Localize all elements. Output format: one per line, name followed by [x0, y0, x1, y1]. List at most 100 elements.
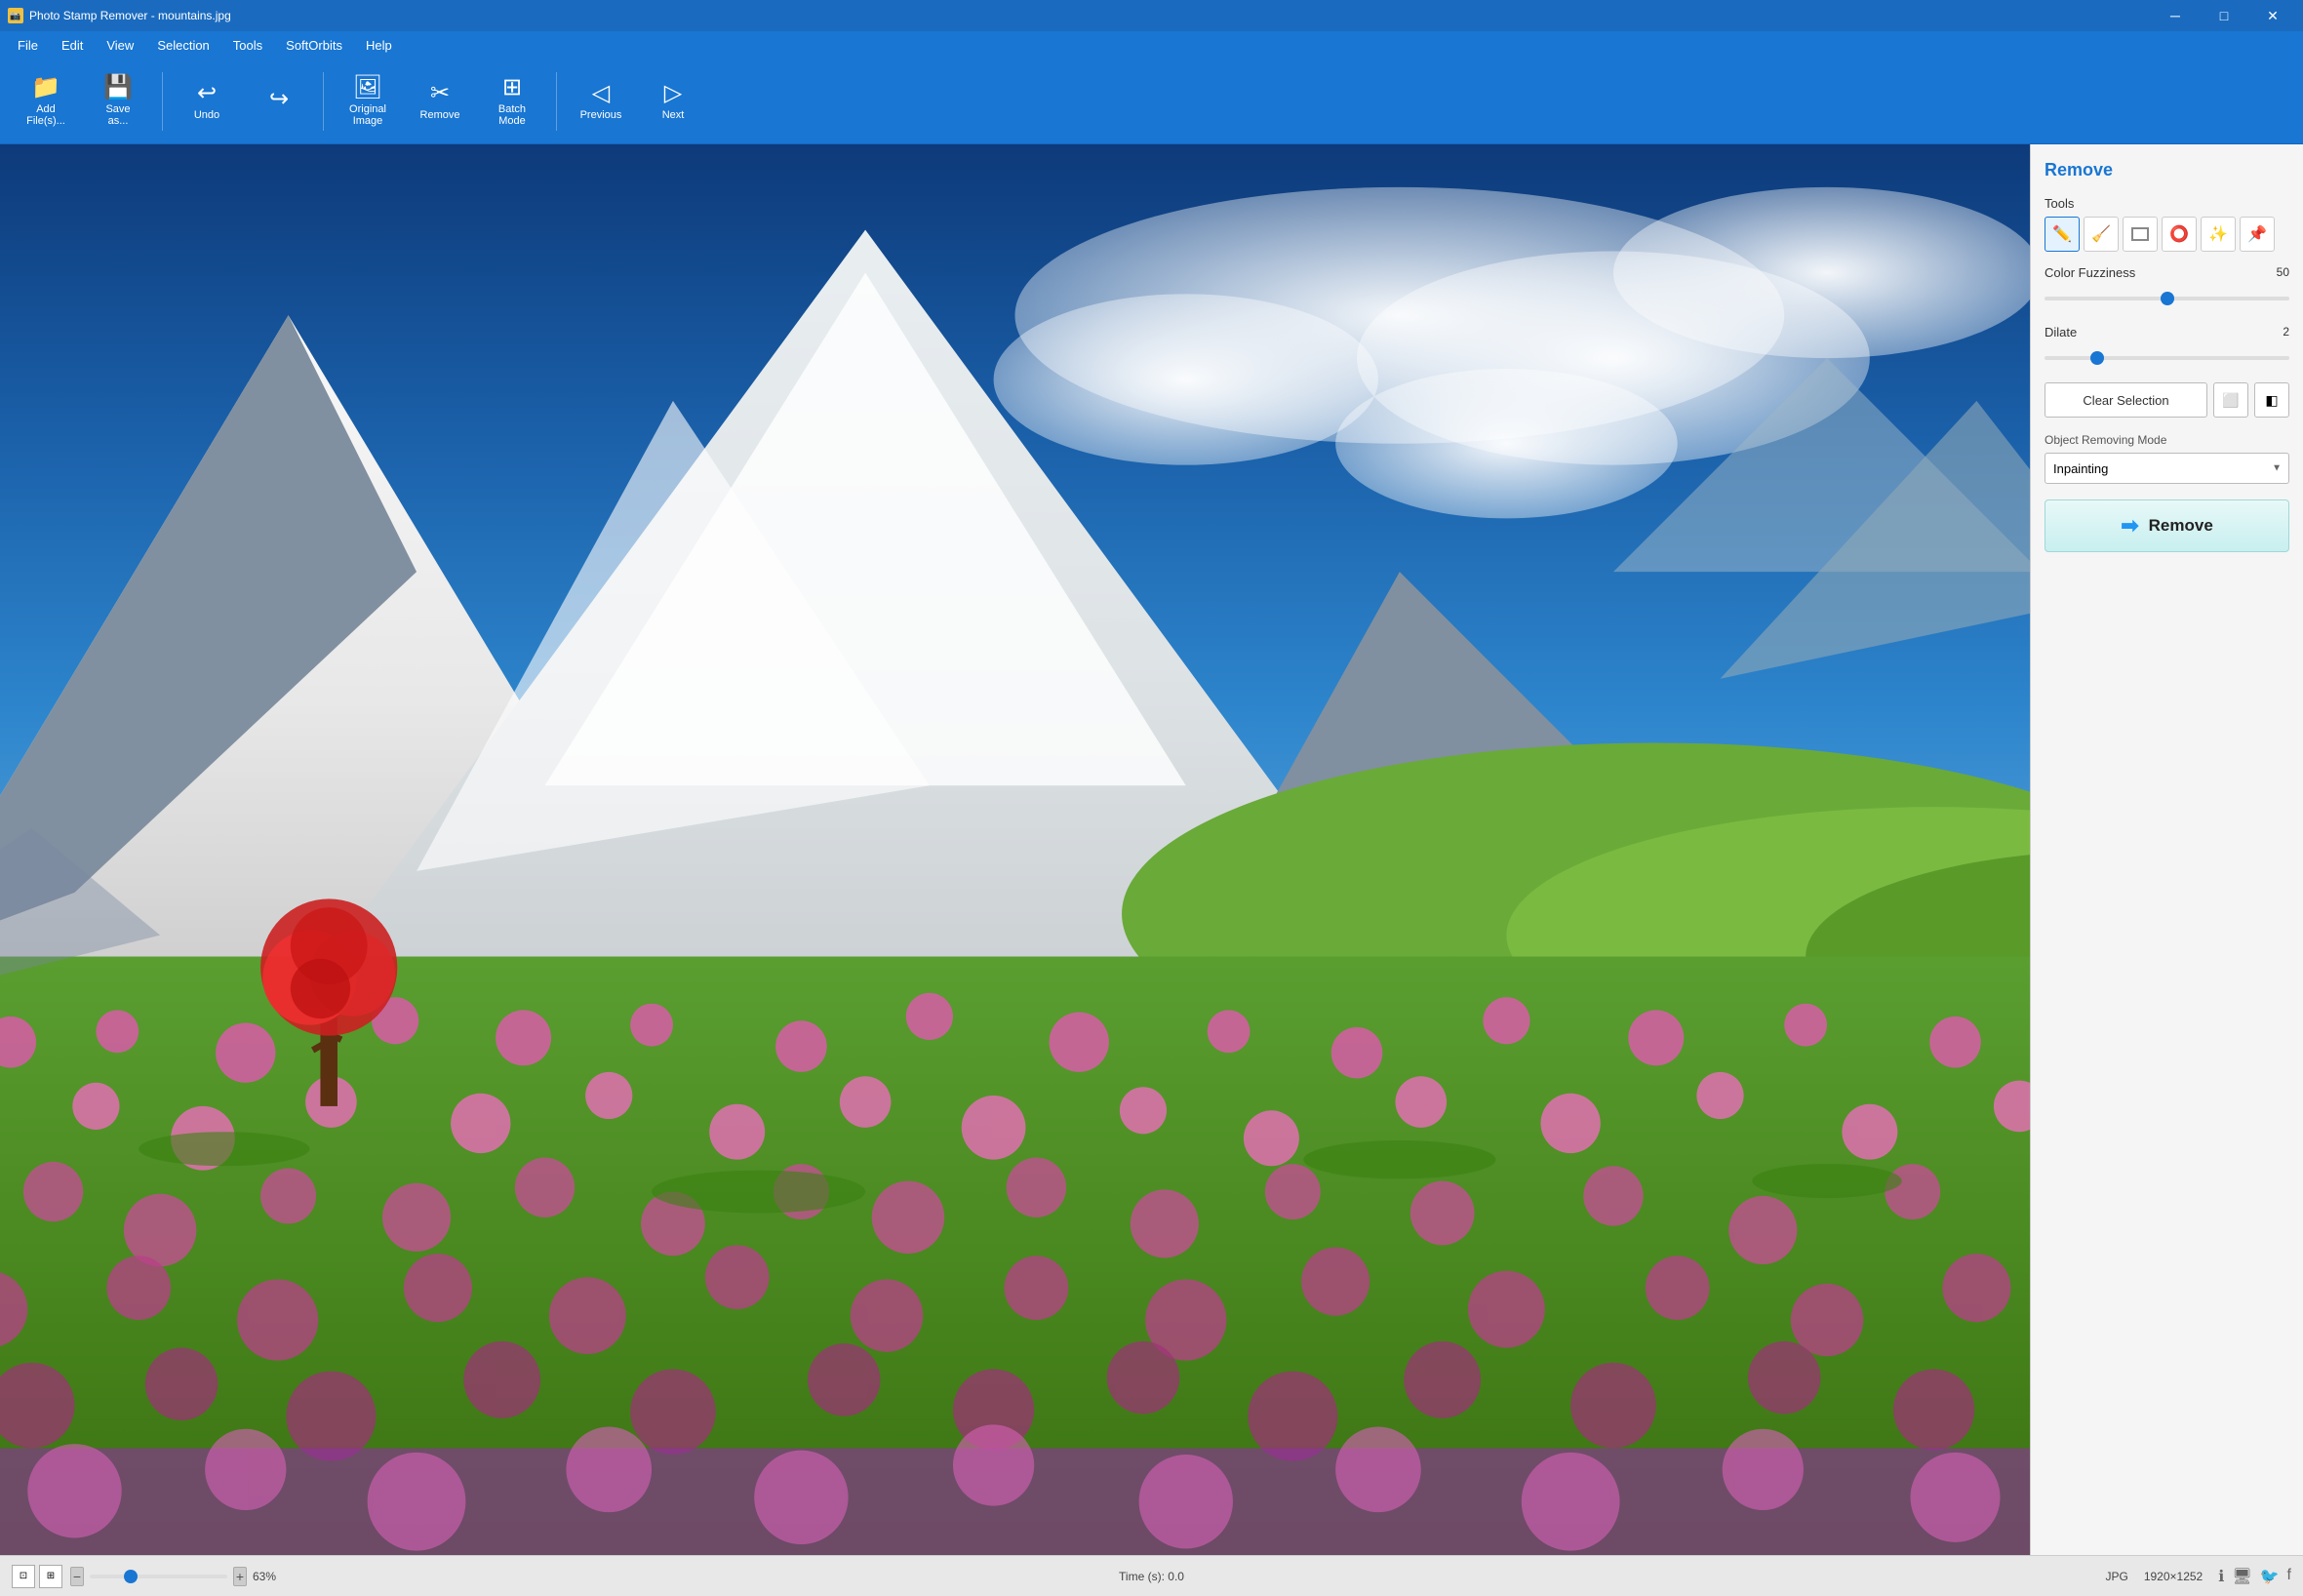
clear-selection-button[interactable]: Clear Selection: [2045, 382, 2207, 418]
color-fuzziness-slider[interactable]: [2045, 297, 2289, 300]
dilate-value: 2: [2266, 325, 2289, 345]
status-center: Time (s): 0.0: [1119, 1570, 1184, 1583]
tools-label: Tools: [2045, 196, 2289, 211]
zoom-out-button[interactable]: −: [70, 1567, 84, 1586]
batch-mode-icon: ⊞: [502, 76, 522, 100]
menu-bar: File Edit View Selection Tools SoftOrbit…: [0, 31, 2303, 59]
app-title: Photo Stamp Remover - mountains.jpg: [29, 9, 231, 22]
invert-selection-button[interactable]: ◧: [2254, 382, 2289, 418]
menu-tools[interactable]: Tools: [223, 34, 272, 57]
fit-view-button[interactable]: ⊡: [12, 1565, 35, 1588]
menu-selection[interactable]: Selection: [147, 34, 218, 57]
eraser-icon: 🧹: [2091, 224, 2111, 244]
add-files-button[interactable]: 📁 Add File(s)...: [12, 64, 80, 139]
menu-softorbits[interactable]: SoftOrbits: [276, 34, 352, 57]
undo-icon: ↩: [197, 82, 217, 105]
info-icon[interactable]: ℹ: [2218, 1567, 2224, 1586]
actual-size-button[interactable]: ⊞: [39, 1565, 62, 1588]
time-value: 0.0: [1168, 1570, 1184, 1583]
eraser-tool-button[interactable]: 🧹: [2084, 217, 2119, 252]
stamp-tool-button[interactable]: 📌: [2240, 217, 2275, 252]
brush-tool-button[interactable]: ✏️: [2045, 217, 2080, 252]
mode-dropdown-row: Inpainting Content Aware Fill Smart Fill…: [2045, 453, 2289, 484]
right-panel: Remove Tools ✏️ 🧹 ⭕ ✨: [2030, 144, 2303, 1555]
twitter-icon[interactable]: 🐦: [2260, 1567, 2280, 1586]
zoom-in-button[interactable]: +: [233, 1567, 247, 1586]
add-files-icon: 📁: [31, 76, 60, 100]
toolbar-separator-2: [323, 72, 324, 131]
dilate-label: Dilate: [2045, 325, 2077, 339]
time-label: Time (s):: [1119, 1570, 1165, 1583]
add-files-label: Add File(s)...: [26, 103, 65, 127]
original-image-button[interactable]: 🖼 Original Image: [334, 64, 402, 139]
app-icon: 📷: [8, 8, 23, 23]
remove-action-button[interactable]: ➡ Remove: [2045, 499, 2289, 552]
lasso-icon: ⭕: [2169, 224, 2189, 244]
social-icons: ℹ 🖥 🐦 f: [2218, 1567, 2291, 1586]
panel-title: Remove: [2045, 160, 2289, 180]
dilate-slider[interactable]: [2045, 356, 2289, 360]
zoom-slider[interactable]: [90, 1575, 227, 1578]
remove-toolbar-label: Remove: [420, 109, 460, 121]
batch-mode-button[interactable]: ⊞ Batch Mode: [478, 64, 546, 139]
status-bar: ⊡ ⊞ − + 63% Time (s): 0.0 JPG 1920×1252 …: [0, 1555, 2303, 1596]
color-fuzziness-section: Color Fuzziness 50: [2045, 265, 2289, 303]
undo-label: Undo: [194, 109, 219, 121]
minimize-button[interactable]: ─: [2153, 0, 2198, 31]
stamp-icon: 📌: [2247, 224, 2267, 244]
magic-wand-icon: ✨: [2208, 224, 2228, 244]
tools-row: ✏️ 🧹 ⭕ ✨ 📌: [2045, 217, 2289, 252]
menu-file[interactable]: File: [8, 34, 48, 57]
image-dimensions: 1920×1252: [2144, 1570, 2203, 1583]
window-controls: ─ □ ✕: [2153, 0, 2295, 31]
menu-view[interactable]: View: [97, 34, 143, 57]
remove-button-toolbar[interactable]: ✂ Remove: [406, 64, 474, 139]
zoom-value: 63%: [253, 1570, 276, 1583]
lasso-tool-button[interactable]: ⭕: [2162, 217, 2197, 252]
next-icon: ▷: [664, 82, 682, 105]
rect-select-icon: [2131, 227, 2149, 241]
next-button[interactable]: ▷ Next: [639, 64, 707, 139]
magic-wand-tool-button[interactable]: ✨: [2201, 217, 2236, 252]
close-button[interactable]: ✕: [2250, 0, 2295, 31]
removing-mode-section: Object Removing Mode Inpainting Content …: [2045, 429, 2289, 484]
canvas-area[interactable]: [0, 144, 2030, 1555]
toolbar: 📁 Add File(s)... 💾 Save as... ↩ Undo ↪ 🖼…: [0, 59, 2303, 144]
redo-icon: ↪: [269, 88, 289, 111]
restore-button[interactable]: □: [2202, 0, 2246, 31]
monitor-icon[interactable]: 🖥: [2232, 1567, 2251, 1586]
main-layout: Remove Tools ✏️ 🧹 ⭕ ✨: [0, 144, 2303, 1555]
color-fuzziness-value: 50: [2266, 265, 2289, 286]
original-image-icon: 🖼: [353, 76, 382, 100]
tools-section: Tools ✏️ 🧹 ⭕ ✨ 📌: [2045, 196, 2289, 252]
previous-icon: ◁: [592, 82, 610, 105]
toolbar-separator-3: [556, 72, 557, 131]
select-all-icon: ⬜: [2222, 392, 2239, 409]
save-as-button[interactable]: 💾 Save as...: [84, 64, 152, 139]
undo-button[interactable]: ↩ Undo: [173, 64, 241, 139]
batch-mode-label: Batch Mode: [498, 103, 526, 127]
file-format: JPG: [2105, 1570, 2127, 1583]
removing-mode-label: Object Removing Mode: [2045, 433, 2289, 447]
select-all-button[interactable]: ⬜: [2213, 382, 2248, 418]
toolbar-separator-1: [162, 72, 163, 131]
save-icon: 💾: [103, 76, 133, 100]
color-fuzziness-label: Color Fuzziness: [2045, 265, 2135, 280]
menu-edit[interactable]: Edit: [52, 34, 93, 57]
remove-button-label: Remove: [2149, 516, 2213, 536]
menu-help[interactable]: Help: [356, 34, 402, 57]
status-left: ⊡ ⊞ − + 63%: [12, 1565, 276, 1588]
brush-icon: ✏️: [2052, 224, 2072, 244]
facebook-icon[interactable]: f: [2287, 1567, 2291, 1586]
previous-label: Previous: [580, 109, 622, 121]
remove-toolbar-icon: ✂: [430, 82, 450, 105]
clear-selection-row: Clear Selection ⬜ ◧: [2045, 382, 2289, 418]
next-label: Next: [662, 109, 685, 121]
photo-canvas: [0, 144, 2030, 1555]
removing-mode-select[interactable]: Inpainting Content Aware Fill Smart Fill: [2045, 453, 2289, 484]
rect-select-tool-button[interactable]: [2123, 217, 2158, 252]
redo-button[interactable]: ↪: [245, 64, 313, 139]
dilate-section: Dilate 2: [2045, 325, 2289, 363]
status-right: JPG 1920×1252 ℹ 🖥 🐦 f: [2105, 1567, 2291, 1586]
previous-button[interactable]: ◁ Previous: [567, 64, 635, 139]
